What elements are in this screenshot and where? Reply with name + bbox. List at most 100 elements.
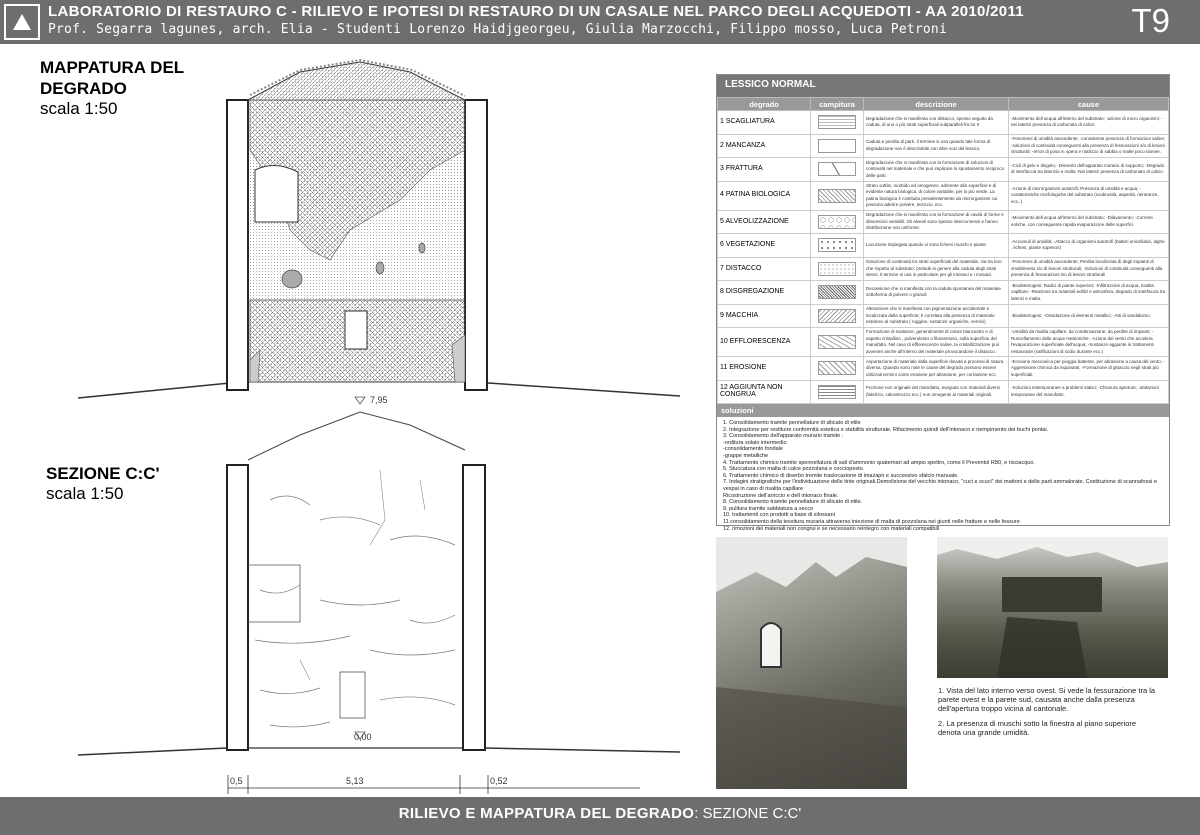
legend-rows: 1 SCAGLIATURA Degradazione che si manifes… — [717, 110, 1169, 404]
solution-item: Ricostruzione dell'arriccio e dell inton… — [723, 492, 839, 499]
hatch-swatch-icon — [810, 233, 864, 258]
header-bar: LABORATORIO DI RESTAURO C - RILIEVO E IP… — [0, 0, 1200, 44]
legend-table: degrado campitura descrizione cause 1 SC… — [717, 97, 1169, 404]
footer-bar: RILIEVO E MAPPATURA DEL DEGRADO: SEZIONE… — [0, 797, 1200, 835]
degrado-description: Strato sottile, morbido ed omogeneo, ade… — [863, 180, 1009, 211]
legend-row: 5 ALVEOLIZZAZIONE Degradazione che si man… — [717, 209, 1169, 234]
legend-row: 6 VEGETAZIONE Locuzione impiegata quando … — [717, 233, 1169, 258]
dimension-line — [227, 775, 640, 794]
legend-row: 2 MANCANZA Caduta e perdita di parti. Il … — [717, 133, 1169, 158]
degrado-description: Decoesione che si manifesta con la cadut… — [863, 280, 1009, 305]
legend-title: LESSICO NORMAL — [717, 75, 1169, 97]
degrado-description: Asportazione di materiale dalla superfic… — [863, 356, 1009, 381]
dimension-right: 0,52 — [490, 776, 508, 786]
hatch-swatch-icon — [810, 280, 864, 305]
degrado-cause: -Azione di microrganismi autotrofi; Pres… — [1008, 180, 1169, 211]
legend-row: 4 PATINA BIOLOGICA Strato sottile, morbid… — [717, 180, 1169, 211]
legend-row: 9 MACCHIA Alterazione che si manifesta co… — [717, 303, 1169, 328]
degrado-name: 7 DISTACCO — [717, 256, 811, 281]
degrado-description: Degradazione che si manifesta con la for… — [863, 209, 1009, 234]
solution-item: 9. pulitura tramite sabbiatura a secco — [723, 505, 814, 512]
solution-item: -grappe metalliche — [723, 452, 769, 459]
header-cause: cause — [1008, 97, 1169, 111]
university-logo — [4, 4, 40, 40]
hatch-swatch-icon — [810, 110, 864, 135]
solution-item: 8. Consolidamento tramite pennellature d… — [723, 499, 863, 506]
degrado-description: Locuzione impiegata quando vi sono liche… — [863, 233, 1009, 258]
solution-item: 6. Trattamento chimico di diserbo tremit… — [723, 472, 959, 479]
degrado-cause: -Movimento dell acqua all'interno del su… — [1008, 209, 1169, 234]
legend-row: 3 FRATTURA Degradazione che si manifesta … — [717, 157, 1169, 182]
solution-item: 5. Stuccatura con malta di calce pozzola… — [723, 466, 865, 473]
degrado-cause: -Biodeteriogeni; -Ossidazione di element… — [1008, 303, 1169, 328]
section-cc-drawing — [77, 396, 681, 756]
header-degrado: degrado — [717, 97, 811, 111]
degrado-name: 4 PATINA BIOLOGICA — [717, 180, 811, 211]
footer-bold: RILIEVO E MAPPATURA DEL DEGRADO — [398, 805, 695, 822]
photo-captions: 1. Vista del lato interno verso ovest. S… — [938, 686, 1160, 743]
solutions-list: 1. Consolidamento tramite pennellature d… — [717, 417, 1169, 535]
legend-header-row: degrado campitura descrizione cause — [717, 97, 1169, 111]
solution-item: -orditura solaio intermedio — [723, 439, 787, 446]
header-campitura: campitura — [810, 97, 864, 111]
degrado-name: 2 MANCANZA — [717, 133, 811, 158]
degrado-description: Caduta e perdita di parti. Il termine si… — [863, 133, 1009, 158]
footer-rest: : SEZIONE C:C' — [694, 805, 802, 822]
legend-row: 8 DISGREGAZIONE Decoesione che si manifes… — [717, 280, 1169, 305]
degrado-cause: -Movimento dell acqua all'interno del su… — [1008, 110, 1169, 135]
dimension-left: 0,5 — [230, 776, 243, 786]
solution-item: -consolidamento fondale — [723, 446, 783, 453]
degrado-description: Degradazione che si manifesta con la for… — [863, 157, 1009, 182]
dimension-middle: 5,13 — [346, 776, 364, 786]
photo-west-wall: 1 — [716, 537, 907, 789]
degrado-description: Formazione di sostanze, generalmente di … — [863, 327, 1009, 357]
hatch-swatch-icon — [810, 157, 864, 182]
legend-row: 7 DISTACCO Soluzione di continuità tra st… — [717, 256, 1169, 281]
degrado-name: 8 DISGREGAZIONE — [717, 280, 811, 305]
degrado-name: 11 EROSIONE — [717, 356, 811, 381]
elevation-top-label: 7,95 — [370, 395, 388, 405]
hatch-swatch-icon — [810, 180, 864, 211]
hatch-swatch-icon — [810, 256, 864, 281]
hatch-swatch-icon — [810, 327, 864, 357]
caption-1: 1. Vista del lato interno verso ovest. S… — [938, 686, 1156, 713]
degrado-cause: -Cicli di gelo e disgelo; -Dissesto dell… — [1008, 157, 1169, 182]
degrado-map-drawing — [77, 58, 681, 399]
sheet-code: T9 — [1131, 2, 1170, 39]
solution-item: 1. Consolidamento tramite pennellature d… — [723, 420, 861, 426]
degrado-cause: -Erosione meccanica per pioggia battente… — [1008, 356, 1169, 381]
degrado-cause: -Fenomeni di umidità ascendente; -consis… — [1008, 133, 1169, 158]
degrado-name: 6 VEGETAZIONE — [717, 233, 811, 258]
degrado-name: 10 EFFLORESCENZA — [717, 327, 811, 357]
degrado-cause: -Fenomeni di umidità ascendente; Perdita… — [1008, 256, 1169, 281]
header-title: LABORATORIO DI RESTAURO C - RILIEVO E IP… — [48, 3, 1024, 20]
hatch-swatch-icon — [810, 303, 864, 328]
solution-item: 7. Indagini stratigrafiche per l'individ… — [723, 479, 1157, 492]
header-descrizione: descrizione — [863, 97, 1009, 111]
caption-2: 2. La presenza di muschi sotto la finest… — [938, 719, 1137, 737]
degrado-name: 3 FRATTURA — [717, 157, 811, 182]
degrado-cause: -Soluzioni estemporanee a problemi stati… — [1008, 379, 1169, 404]
degrado-name: 12 AGGIUNTA NON CONGRUA — [717, 379, 811, 404]
solution-item: 10. trattamenti con prodotti a base di s… — [723, 512, 835, 519]
hatch-swatch-icon — [810, 356, 864, 381]
degrado-cause: -Biodeteriogeni; Radici di piante superi… — [1008, 280, 1169, 305]
degrado-cause: -Umidità da risalita capillare, da conde… — [1008, 327, 1169, 357]
degrado-description: Degradazione che si manifesta con distac… — [863, 110, 1009, 135]
hatch-swatch-icon — [810, 133, 864, 158]
legend-row: 11 EROSIONE Asportazione di materiale dal… — [717, 356, 1169, 381]
legend-panel: LESSICO NORMAL degrado campitura descriz… — [716, 74, 1170, 532]
hatch-swatch-icon — [810, 379, 864, 404]
degrado-name: 9 MACCHIA — [717, 303, 811, 328]
degrado-description: Porzione non originale del manufatto, es… — [863, 379, 1009, 404]
header-subtitle: Prof. Segarra lagunes, arch. Elia - Stud… — [48, 22, 947, 37]
solutions-title: soluzioni — [717, 404, 1169, 417]
solution-item: 3. Consolidamento dell'apparato murario … — [723, 433, 844, 440]
elevation-bottom-label: 0,00 — [354, 732, 372, 742]
hatch-swatch-icon — [810, 209, 864, 234]
degrado-name: 1 SCAGLIATURA — [717, 110, 811, 135]
solution-item: 4. Trattamento chimico tramite spennella… — [723, 459, 1035, 466]
logo-triangle-icon — [13, 14, 31, 30]
degrado-description: Soluzione di continuità tra strati super… — [863, 256, 1009, 281]
section-drawings — [77, 58, 681, 794]
